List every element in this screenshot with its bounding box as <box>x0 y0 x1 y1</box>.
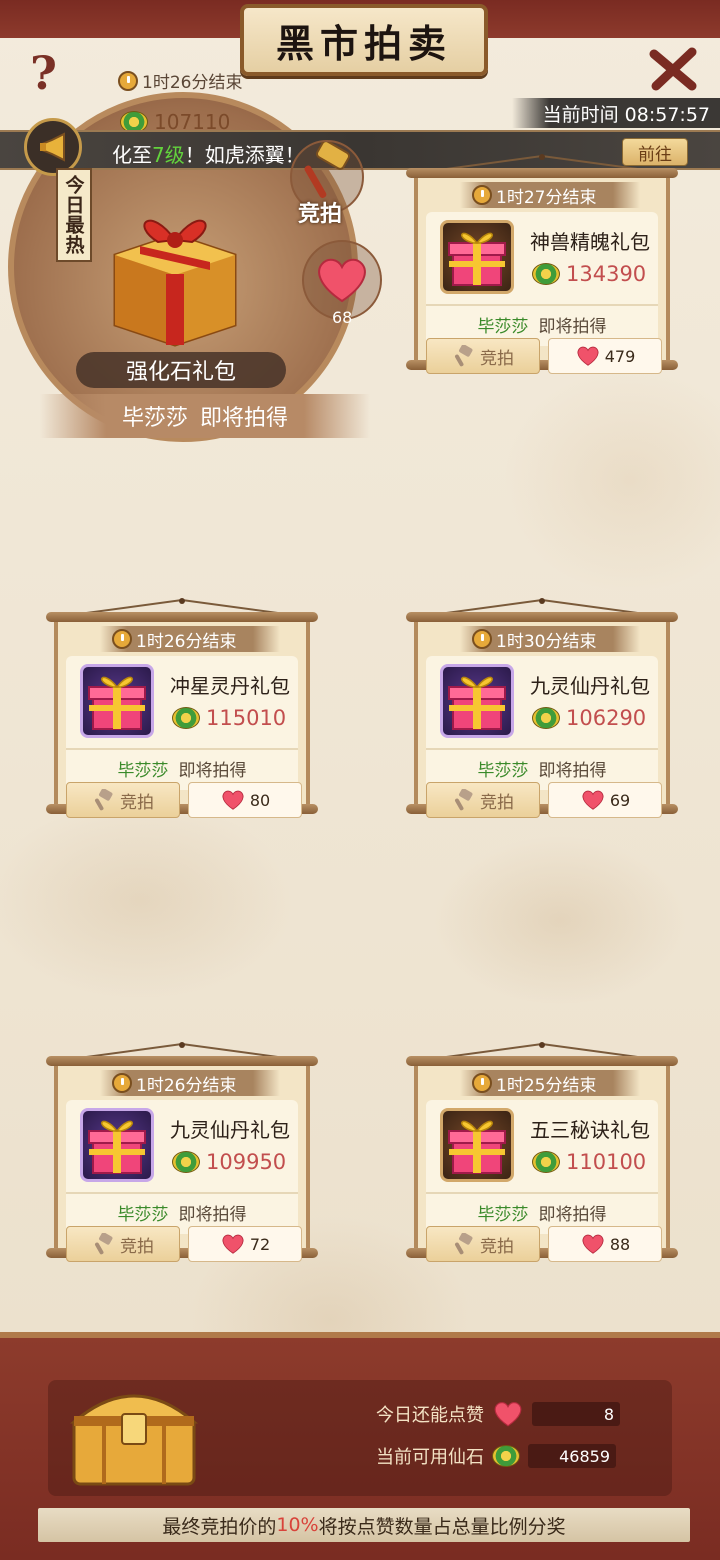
card-body: 九灵仙丹礼包 106290 毕莎莎 即将拍得 <box>426 656 658 790</box>
close-button[interactable] <box>648 44 698 94</box>
clock-icon <box>472 185 492 205</box>
help-button[interactable]: ? <box>30 46 57 100</box>
card-timer: 1时26分结束 <box>100 626 280 652</box>
stones-row: 当前可用仙石 46859 <box>376 1443 616 1469</box>
divider <box>426 1192 658 1194</box>
heart-icon <box>318 258 366 303</box>
heart-icon <box>577 346 599 366</box>
gavel-icon <box>95 1233 113 1255</box>
heart-icon <box>222 790 244 810</box>
hot-tag: 今日最热 <box>56 168 92 262</box>
heart-icon <box>582 1234 604 1254</box>
gift-box-icon <box>80 1108 154 1182</box>
item-name: 九灵仙丹礼包 <box>170 1118 290 1142</box>
scroll-rod <box>406 1056 678 1066</box>
item-price: 106290 <box>532 706 646 730</box>
item-name: 九灵仙丹礼包 <box>530 674 650 698</box>
clock-icon <box>112 629 132 649</box>
card-timer: 1时26分结束 <box>100 1070 280 1096</box>
gavel-icon <box>95 789 113 811</box>
heart-icon <box>494 1402 522 1427</box>
jade-coin-icon <box>532 263 560 285</box>
bid-button[interactable]: 竞拍 <box>66 1226 180 1262</box>
page-title: 黑市拍卖 <box>240 4 488 76</box>
heart-icon <box>222 1234 244 1254</box>
card-body: 五三秘诀礼包 110100 毕莎莎 即将拍得 <box>426 1100 658 1234</box>
hot-item-name: 强化石礼包 <box>76 352 286 388</box>
card-timer: 1时27分结束 <box>460 182 640 208</box>
like-button[interactable]: 88 <box>548 1226 662 1262</box>
treasure-chest-icon[interactable] <box>64 1370 204 1490</box>
jade-coin-icon <box>532 1151 560 1173</box>
gift-box-icon <box>440 1108 514 1182</box>
gift-box-icon <box>100 200 250 350</box>
auction-card[interactable]: 1时30分结束 九灵仙丹礼包 106290 毕莎莎 即将拍得 竞拍 69 <box>406 598 678 818</box>
like-button[interactable]: 69 <box>548 782 662 818</box>
clock-icon <box>112 1073 132 1093</box>
gavel-icon <box>455 789 473 811</box>
gift-box-icon <box>80 664 154 738</box>
card-body: 冲星灵丹礼包 115010 毕莎莎 即将拍得 <box>66 656 298 790</box>
clock-icon <box>118 70 138 91</box>
scroll-rod <box>46 612 318 622</box>
item-name: 神兽精魄礼包 <box>530 230 650 254</box>
gift-box-icon <box>440 664 514 738</box>
current-time: 当前时间 08:57:57 <box>512 98 720 128</box>
card-body: 九灵仙丹礼包 109950 毕莎莎 即将拍得 <box>66 1100 298 1234</box>
divider <box>426 304 658 306</box>
gavel-icon <box>455 345 473 367</box>
divider <box>426 748 658 750</box>
bidder-line: 毕莎莎 即将拍得 <box>117 761 247 781</box>
divider <box>66 748 298 750</box>
bid-button[interactable]: 竞拍 <box>66 782 180 818</box>
auction-card[interactable]: 1时25分结束 五三秘诀礼包 110100 毕莎莎 即将拍得 竞拍 88 <box>406 1042 678 1262</box>
bidder-line: 毕莎莎 即将拍得 <box>117 1205 247 1225</box>
auction-card[interactable]: 1时26分结束 九灵仙丹礼包 109950 毕莎莎 即将拍得 竞拍 72 <box>46 1042 318 1262</box>
card-timer: 1时25分结束 <box>460 1070 640 1096</box>
reward-rule-note: 最终竞拍价的 10% 将按点赞数量占总量比例分奖 <box>38 1508 690 1542</box>
scroll-rod <box>46 1056 318 1066</box>
card-timer: 1时30分结束 <box>460 626 640 652</box>
scroll-rod <box>406 612 678 622</box>
jade-coin-icon <box>532 707 560 729</box>
card-body: 神兽精魄礼包 134390 毕莎莎 即将拍得 <box>426 212 658 346</box>
heart-icon <box>582 790 604 810</box>
bid-button[interactable]: 竞拍 <box>426 782 540 818</box>
broadcast-text: 化至7级！如虎添翼！ <box>112 143 305 167</box>
like-button[interactable]: 479 <box>548 338 662 374</box>
scroll-rod <box>406 168 678 178</box>
gavel-icon <box>455 1233 473 1255</box>
auction-card[interactable]: 1时26分结束 冲星灵丹礼包 115010 毕莎莎 即将拍得 竞拍 80 <box>46 598 318 818</box>
hot-like-count: 68 <box>332 308 353 327</box>
divider <box>66 1192 298 1194</box>
bidder-line: 毕莎莎 即将拍得 <box>477 317 607 337</box>
gift-box-icon <box>440 220 514 294</box>
stones-value: 46859 <box>528 1444 616 1468</box>
like-button[interactable]: 80 <box>188 782 302 818</box>
close-icon <box>649 47 697 91</box>
jade-coin-icon <box>172 707 200 729</box>
bid-button[interactable]: 竞拍 <box>426 1226 540 1262</box>
item-price: 109950 <box>172 1150 286 1174</box>
hot-item-timer: 1时26分结束 <box>118 68 242 93</box>
jade-coin-icon <box>172 1151 200 1173</box>
item-price: 134390 <box>532 262 646 286</box>
item-price: 115010 <box>172 706 286 730</box>
hot-item-bidder: 毕莎莎 即将拍得 <box>40 394 370 438</box>
item-name: 五三秘诀礼包 <box>530 1118 650 1142</box>
auction-card[interactable]: 1时27分结束 神兽精魄礼包 134390 毕莎莎 即将拍得 竞拍 479 <box>406 154 678 374</box>
bidder-line: 毕莎莎 即将拍得 <box>477 761 607 781</box>
item-name: 冲星灵丹礼包 <box>170 674 290 698</box>
hot-bid-label: 竞拍 <box>298 202 343 227</box>
jade-coin-icon <box>492 1445 520 1467</box>
bidder-line: 毕莎莎 即将拍得 <box>477 1205 607 1225</box>
likes-left-row: 今日还能点赞 8 <box>376 1400 620 1428</box>
clock-icon <box>472 1073 492 1093</box>
bid-button[interactable]: 竞拍 <box>426 338 540 374</box>
likes-left-value: 8 <box>532 1402 620 1426</box>
item-price: 110100 <box>532 1150 646 1174</box>
like-button[interactable]: 72 <box>188 1226 302 1262</box>
clock-icon <box>472 629 492 649</box>
